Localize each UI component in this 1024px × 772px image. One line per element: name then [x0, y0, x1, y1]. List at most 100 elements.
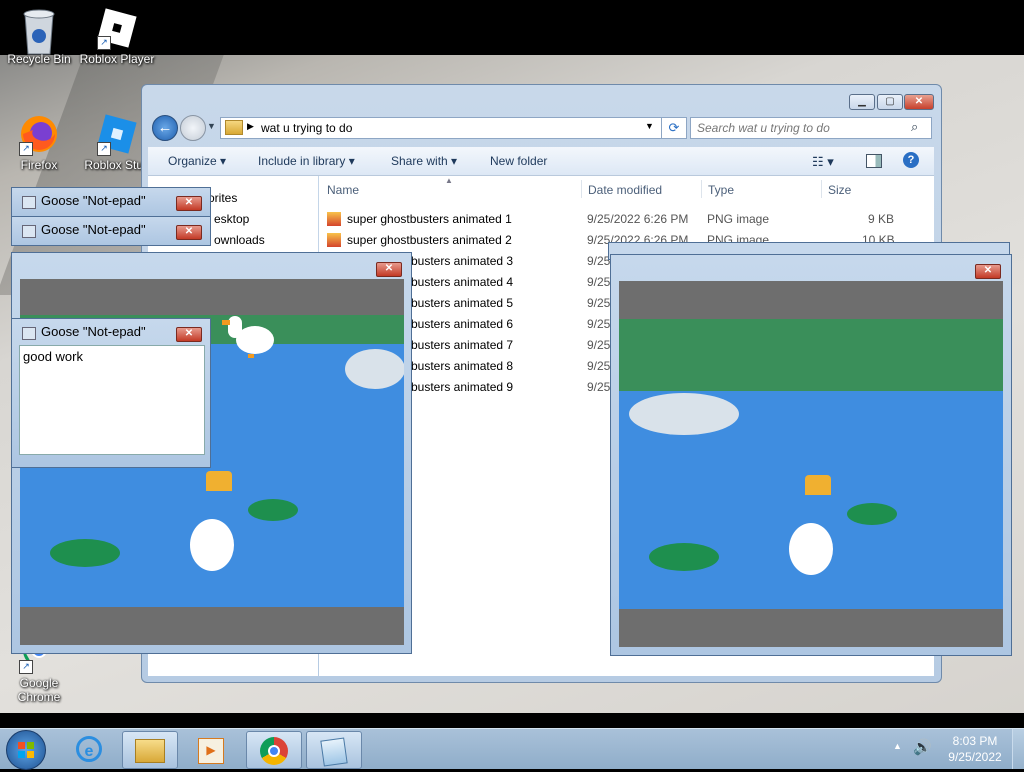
- close-button[interactable]: ✕: [176, 327, 202, 342]
- clock-date: 9/25/2022: [948, 750, 1002, 764]
- address-path[interactable]: wat u trying to do: [261, 121, 352, 135]
- address-dropdown-icon[interactable]: ▼: [645, 121, 654, 131]
- show-desktop-button[interactable]: [1012, 729, 1024, 769]
- window-title: Goose "Not-epad": [41, 193, 146, 208]
- column-header-type[interactable]: Type: [708, 183, 734, 197]
- file-date: 9/25: [587, 338, 611, 352]
- shortcut-arrow-icon: ↗: [19, 142, 33, 156]
- file-type: PNG image: [707, 212, 770, 226]
- goose-body: [789, 523, 833, 575]
- goose-notepad-window[interactable]: Goose "Not-epad" ✕: [11, 216, 211, 246]
- taskbar-chrome[interactable]: [246, 731, 302, 769]
- rock: [345, 349, 404, 389]
- preview-pane-icon[interactable]: [866, 154, 882, 168]
- lily-pad: [248, 499, 298, 521]
- search-box[interactable]: Search wat u trying to do ⌕: [690, 117, 932, 139]
- desktop-icon-firefox[interactable]: ↗ Firefox: [0, 112, 78, 172]
- file-name: busters animated 9: [411, 380, 514, 394]
- notepad-text-area[interactable]: good work: [19, 345, 205, 455]
- column-header-date[interactable]: Date modified: [588, 183, 662, 197]
- goose-notepad-window[interactable]: Goose "Not-epad" ✕: [11, 187, 211, 217]
- png-file-icon: [327, 212, 341, 226]
- desktop-goose[interactable]: [222, 316, 274, 358]
- file-date: 9/25: [587, 359, 611, 373]
- shortcut-arrow-icon: ↗: [97, 36, 111, 50]
- goose-feet: [248, 354, 254, 358]
- close-button[interactable]: ✕: [376, 262, 402, 277]
- new-folder-button[interactable]: New folder: [490, 154, 547, 168]
- roblox-icon: ↗: [95, 6, 139, 50]
- file-date: 9/25: [587, 254, 611, 268]
- minimize-button[interactable]: ▁: [849, 94, 875, 110]
- help-icon[interactable]: ?: [903, 152, 919, 168]
- notepad-icon: [22, 196, 36, 209]
- close-button[interactable]: ✕: [176, 196, 202, 211]
- taskbar: e ▶ ▲ 🔊 8:03 PM 9/25/2022: [0, 728, 1024, 770]
- recent-pages-dropdown[interactable]: ▼: [207, 121, 216, 131]
- shortcut-arrow-icon: ↗: [19, 660, 33, 674]
- lily-pad: [847, 503, 897, 525]
- share-with-button[interactable]: Share with ▾: [391, 154, 457, 168]
- file-date: 9/25: [587, 275, 611, 289]
- nav-item-favorites[interactable]: orites: [208, 191, 237, 205]
- include-in-library-button[interactable]: Include in library ▾: [258, 154, 355, 168]
- desktop-icon-label: Roblox Player: [79, 52, 155, 66]
- window-title: Goose "Not-epad": [41, 222, 146, 237]
- search-icon[interactable]: ⌕: [911, 119, 918, 135]
- bottom-black-bar: [0, 713, 1024, 728]
- notepad-text: good work: [23, 349, 83, 364]
- refresh-icon[interactable]: ⟳: [661, 117, 687, 139]
- folder-icon: [225, 120, 243, 135]
- file-date: 9/25: [587, 317, 611, 331]
- organize-button[interactable]: Organize ▾: [168, 154, 226, 168]
- file-name: super ghostbusters animated 2: [347, 233, 512, 247]
- recycle-bin-icon: [17, 6, 61, 55]
- close-button[interactable]: ✕: [904, 94, 934, 110]
- windows-logo-icon: [18, 742, 34, 758]
- column-header-size[interactable]: Size: [828, 183, 851, 197]
- media-player-icon: ▶: [198, 738, 224, 764]
- command-bar: Organize ▾ Include in library ▾ Share wi…: [148, 147, 934, 176]
- taskbar-explorer[interactable]: [122, 731, 178, 769]
- column-divider: [701, 180, 702, 198]
- crown-icon: [206, 471, 232, 491]
- file-name: busters animated 5: [411, 296, 514, 310]
- goose-head: [228, 316, 242, 338]
- close-button[interactable]: ✕: [176, 225, 202, 240]
- notepad-icon: [320, 737, 348, 767]
- column-header-name[interactable]: Name: [327, 183, 359, 197]
- search-input[interactable]: Search wat u trying to do: [697, 121, 830, 135]
- start-button[interactable]: [6, 730, 46, 770]
- clock-time: 8:03 PM: [952, 734, 998, 748]
- notepad-icon: [22, 225, 36, 238]
- address-bar[interactable]: ▶ wat u trying to do ▼: [220, 117, 662, 139]
- volume-icon[interactable]: 🔊: [913, 738, 932, 756]
- breadcrumb-arrow-icon[interactable]: ▶: [247, 121, 254, 132]
- sort-arrow-icon: ▲: [445, 176, 453, 185]
- taskbar-notepad[interactable]: [306, 731, 362, 769]
- png-file-icon: [327, 233, 341, 247]
- view-options-icon[interactable]: ☷ ▾: [812, 154, 834, 170]
- meme-image-window-right[interactable]: ✕: [610, 254, 1012, 656]
- nav-item-desktop[interactable]: esktop: [214, 212, 249, 226]
- goose-body: [190, 519, 234, 571]
- folder-icon: [135, 739, 165, 763]
- forward-button[interactable]: [180, 115, 206, 141]
- close-button[interactable]: ✕: [975, 264, 1001, 279]
- back-button[interactable]: ←: [152, 115, 178, 141]
- show-hidden-icons-arrow[interactable]: ▲: [893, 741, 902, 751]
- internet-explorer-icon: e: [76, 736, 102, 762]
- file-name: busters animated 4: [411, 275, 514, 289]
- desktop-icon-recycle-bin[interactable]: Recycle Bin: [0, 6, 78, 66]
- file-row[interactable]: super ghostbusters animated 1 9/25/2022 …: [319, 209, 934, 230]
- desktop-icon-label: Google: [19, 676, 59, 690]
- nav-item-downloads[interactable]: ownloads: [214, 233, 265, 247]
- maximize-button[interactable]: ▢: [877, 94, 903, 110]
- window-title: Goose "Not-epad": [41, 324, 146, 339]
- desktop-icon-roblox-player[interactable]: ↗ Roblox Player: [78, 6, 156, 66]
- goose-notepad-window-front[interactable]: Goose "Not-epad" ✕ good work: [11, 318, 211, 468]
- taskbar-media-player[interactable]: ▶: [184, 731, 238, 767]
- taskbar-internet-explorer[interactable]: e: [62, 731, 116, 767]
- clock[interactable]: 8:03 PM 9/25/2022: [940, 733, 1010, 765]
- roblox-studio-icon: ↗: [95, 112, 139, 156]
